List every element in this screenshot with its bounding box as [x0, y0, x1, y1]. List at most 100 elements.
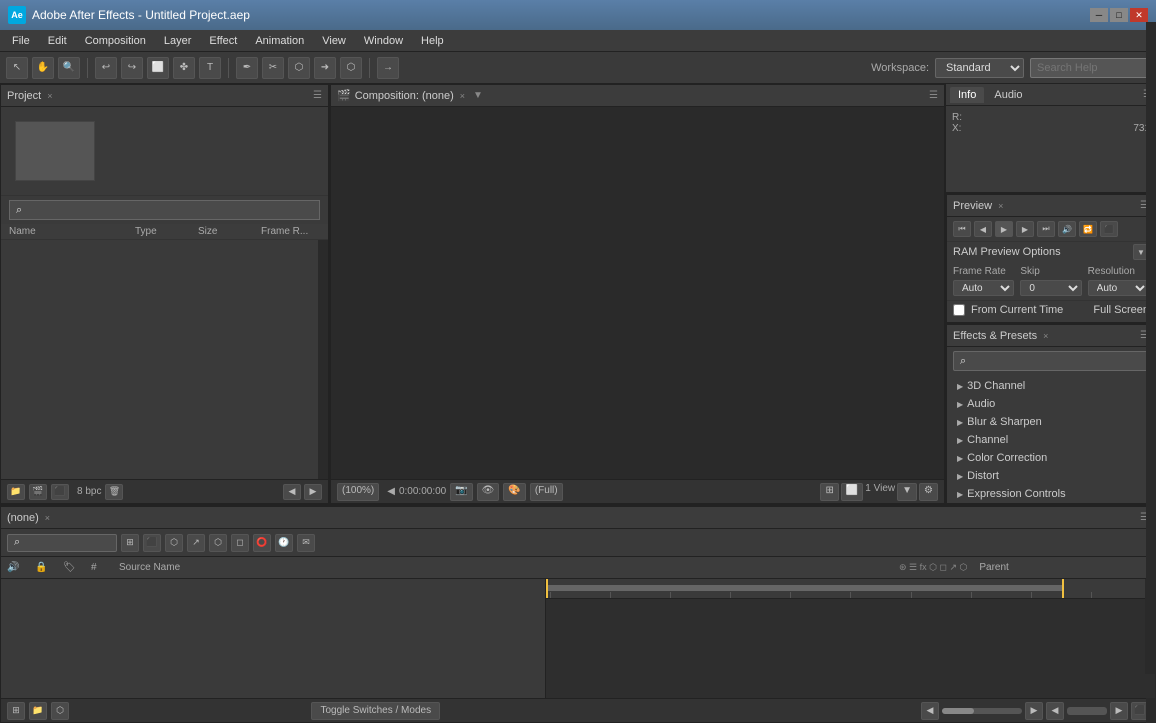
menu-layer[interactable]: Layer [156, 33, 200, 49]
tool-arrow[interactable]: → [377, 57, 399, 79]
tl-btn-4[interactable]: ↗ [187, 534, 205, 552]
preview-audio-button[interactable]: 🔊 [1058, 221, 1076, 237]
effects-panel-close[interactable]: × [1043, 331, 1048, 341]
tool-mask[interactable]: ✂ [262, 57, 284, 79]
menu-effect[interactable]: Effect [201, 33, 245, 49]
tl-zoom-in-button[interactable]: ▶ [1025, 702, 1043, 720]
project-panel-close[interactable]: × [47, 91, 52, 101]
minimize-button[interactable]: ─ [1090, 8, 1108, 22]
menu-composition[interactable]: Composition [77, 33, 154, 49]
quality-select[interactable]: (Full) [530, 483, 563, 501]
tl-btn-8[interactable]: 🕐 [275, 534, 293, 552]
timeline-search-input[interactable] [7, 534, 117, 552]
preview-first-button[interactable]: ⏮ [953, 221, 971, 237]
tool-text[interactable]: T [199, 57, 221, 79]
tl-btn-7[interactable]: ⭕ [253, 534, 271, 552]
comp-panel-menu[interactable]: ☰ [929, 90, 938, 101]
new-comp-button[interactable]: 🎬 [29, 484, 47, 500]
preview-next-button[interactable]: ▶ [1016, 221, 1034, 237]
menu-view[interactable]: View [314, 33, 354, 49]
preview-last-button[interactable]: ⏭ [1037, 221, 1055, 237]
timeline-zoom-slider[interactable] [942, 708, 1022, 714]
effects-scrollbar[interactable] [1146, 324, 1156, 504]
from-current-checkbox[interactable] [953, 304, 965, 316]
snapshot-button[interactable]: 📷 [450, 483, 472, 501]
menu-window[interactable]: Window [356, 33, 411, 49]
preview-panel-close[interactable]: × [998, 201, 1003, 211]
tool-zoom[interactable]: 🔍 [58, 57, 80, 79]
tab-info[interactable]: Info [950, 87, 984, 103]
frame-rate-select[interactable]: Auto [953, 280, 1014, 296]
effect-expression[interactable]: ▶ Expression Controls [947, 485, 1155, 503]
tool-hand[interactable]: ✋ [32, 57, 54, 79]
tool-puppet[interactable]: ⬡ [340, 57, 362, 79]
comp-resolution-btn[interactable]: ◀ [387, 486, 395, 497]
maximize-button[interactable]: □ [1110, 8, 1128, 22]
workspace-select[interactable]: Standard [935, 58, 1024, 78]
tool-move[interactable]: ✤ [173, 57, 195, 79]
effects-search-input[interactable] [953, 351, 1149, 371]
effect-distort[interactable]: ▶ Distort [947, 467, 1155, 485]
tl-footer-btn-1[interactable]: ⊞ [7, 702, 25, 720]
menu-edit[interactable]: Edit [40, 33, 75, 49]
tl-btn-9[interactable]: ✉ [297, 534, 315, 552]
tl-btn-2[interactable]: ⬛ [143, 534, 161, 552]
preview-loop-button[interactable]: 🔁 [1079, 221, 1097, 237]
effect-audio[interactable]: ▶ Audio [947, 395, 1155, 413]
effect-3d-channel[interactable]: ▶ 3D Channel [947, 377, 1155, 395]
timeline-hscroll-bar[interactable] [1067, 707, 1107, 715]
tool-pen[interactable]: ✒ [236, 57, 258, 79]
tl-footer-btn-3[interactable]: ⬡ [51, 702, 69, 720]
project-panel-menu[interactable]: ☰ [313, 90, 322, 101]
tl-hscroll-left[interactable]: ◀ [1046, 702, 1064, 720]
show-channel-button[interactable]: 🎨 [503, 483, 525, 501]
preview-play-button[interactable]: ▶ [995, 221, 1013, 237]
tl-btn-1[interactable]: ⊞ [121, 534, 139, 552]
scroll-left-button[interactable]: ◀ [283, 484, 301, 500]
comp-panel-close[interactable]: × [460, 91, 465, 101]
tool-shape[interactable]: ⬜ [147, 57, 169, 79]
info-row-x: X: 731 [952, 123, 1150, 134]
effect-color-correction[interactable]: ▶ Color Correction [947, 449, 1155, 467]
preview-more-button[interactable]: ⬛ [1100, 221, 1118, 237]
resolution-select[interactable]: Auto [1088, 280, 1149, 296]
tl-btn-3[interactable]: ⬡ [165, 534, 183, 552]
tool-paint[interactable]: ➜ [314, 57, 336, 79]
window-controls[interactable]: ─ □ ✕ [1090, 8, 1148, 22]
comp-settings-button[interactable]: ⚙ [919, 483, 938, 501]
comp-panel-arrow[interactable]: ▼ [473, 90, 483, 101]
menu-animation[interactable]: Animation [247, 33, 312, 49]
menu-help[interactable]: Help [413, 33, 452, 49]
magnification-select[interactable]: (100%) [337, 483, 379, 501]
effect-blur-sharpen[interactable]: ▶ Blur & Sharpen [947, 413, 1155, 431]
toggle-switches-button[interactable]: Toggle Switches / Modes [311, 702, 440, 720]
project-search-input[interactable] [9, 200, 320, 220]
transparency-button[interactable]: ⬜ [841, 483, 863, 501]
tl-btn-6[interactable]: ◻ [231, 534, 249, 552]
show-snapshot-button[interactable]: 👁 [477, 483, 500, 501]
close-button[interactable]: ✕ [1130, 8, 1148, 22]
new-solid-button[interactable]: ⬛ [51, 484, 69, 500]
search-help-input[interactable] [1030, 58, 1150, 78]
tool-select[interactable]: ↖ [6, 57, 28, 79]
timeline-vscroll[interactable] [1145, 579, 1155, 674]
tl-footer-btn-2[interactable]: 📁 [29, 702, 47, 720]
project-scrollbar[interactable] [318, 240, 328, 479]
tl-btn-5[interactable]: ⬡ [209, 534, 227, 552]
skip-select[interactable]: 0 [1020, 280, 1081, 296]
menu-file[interactable]: File [4, 33, 38, 49]
tl-zoom-out-button[interactable]: ◀ [921, 702, 939, 720]
tl-hscroll-right[interactable]: ▶ [1110, 702, 1128, 720]
view-select-button[interactable]: ▼ [897, 483, 917, 501]
scroll-right-button[interactable]: ▶ [304, 484, 322, 500]
timeline-panel-close[interactable]: × [45, 513, 50, 523]
effect-channel[interactable]: ▶ Channel [947, 431, 1155, 449]
new-folder-button[interactable]: 📁 [7, 484, 25, 500]
tab-audio[interactable]: Audio [986, 87, 1030, 103]
preview-prev-button[interactable]: ◀ [974, 221, 992, 237]
tool-redo[interactable]: ↪ [121, 57, 143, 79]
delete-button[interactable]: 🗑 [105, 484, 123, 500]
grid-view-button[interactable]: ⊞ [820, 483, 838, 501]
tool-stamp[interactable]: ⬡ [288, 57, 310, 79]
tool-undo[interactable]: ↩ [95, 57, 117, 79]
